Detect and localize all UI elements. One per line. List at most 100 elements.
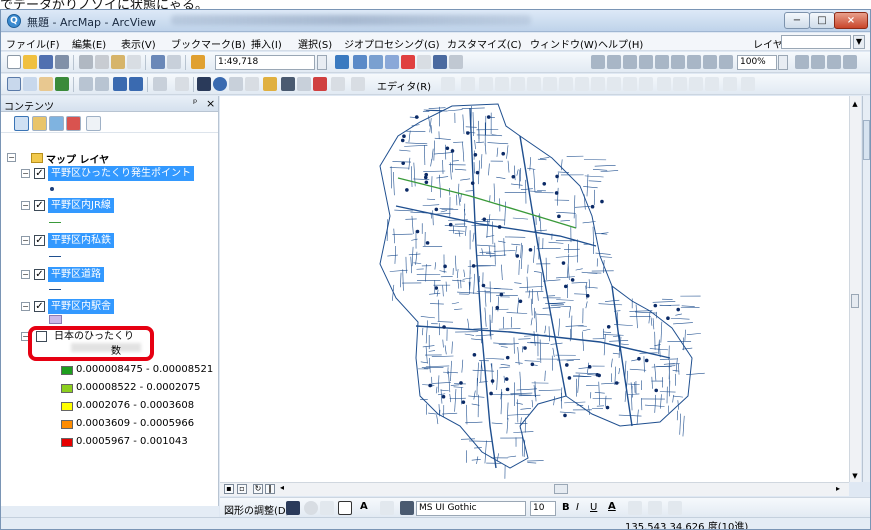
- create-viewer-icon[interactable]: [351, 77, 365, 91]
- layer-visibility-checkbox[interactable]: ✓: [34, 301, 45, 312]
- layer-visibility-checkbox[interactable]: ✓: [34, 235, 45, 246]
- full-extent-icon[interactable]: [55, 77, 69, 91]
- rotate-icon[interactable]: [304, 501, 318, 515]
- edit-tool-icon[interactable]: [723, 77, 737, 91]
- python-window-icon[interactable]: [417, 55, 431, 69]
- edit-tool-icon[interactable]: [591, 77, 605, 91]
- list-by-selection-icon[interactable]: [66, 116, 81, 131]
- close-button[interactable]: ×: [834, 12, 868, 29]
- fixed-zoom-out-icon[interactable]: [95, 77, 109, 91]
- find-route-icon[interactable]: [297, 77, 311, 91]
- pin-icon[interactable]: ᵖ: [193, 98, 197, 109]
- identify-icon[interactable]: [213, 77, 227, 91]
- pause-icon[interactable]: ∥: [265, 484, 275, 494]
- marker-color-icon[interactable]: [668, 501, 682, 515]
- layout-tool-icon[interactable]: [655, 55, 669, 69]
- collapse-toggle[interactable]: −: [21, 236, 30, 245]
- edit-tool-icon[interactable]: [639, 77, 653, 91]
- delete-icon[interactable]: [127, 55, 141, 69]
- maximize-button[interactable]: □: [809, 12, 835, 29]
- pan-icon[interactable]: [39, 77, 53, 91]
- map-scale-input[interactable]: 1:49,718: [215, 55, 315, 70]
- edit-tool-icon[interactable]: [543, 77, 557, 91]
- open-folder-icon[interactable]: [23, 55, 37, 69]
- font-size-select[interactable]: 10: [530, 501, 556, 516]
- copy-icon[interactable]: [95, 55, 109, 69]
- menu-help[interactable]: ヘルプ(H): [598, 36, 643, 51]
- horizontal-scrollbar[interactable]: [220, 482, 849, 496]
- edit-tool-icon[interactable]: [461, 77, 475, 91]
- layout-tool-icon[interactable]: [687, 55, 701, 69]
- edit-tool-icon[interactable]: [705, 77, 719, 91]
- layout-tool-icon[interactable]: [703, 55, 717, 69]
- zoom-percent-input[interactable]: 100%: [737, 55, 777, 70]
- menu-view[interactable]: 表示(V): [121, 36, 156, 51]
- vertical-scrollbar[interactable]: [849, 96, 861, 482]
- list-by-source-icon[interactable]: [32, 116, 47, 131]
- underline-button[interactable]: U: [590, 502, 597, 513]
- drawing-adjust-menu[interactable]: 図形の調整(D): [224, 502, 290, 517]
- layout-tool-icon[interactable]: [607, 55, 621, 69]
- zoom-out-icon[interactable]: [23, 77, 37, 91]
- fill-color-icon[interactable]: [628, 501, 642, 515]
- collapse-toggle[interactable]: −: [21, 302, 30, 311]
- back-icon[interactable]: [113, 77, 127, 91]
- menu-insert[interactable]: 挿入(I): [251, 36, 282, 51]
- layout-tool-icon[interactable]: [719, 55, 733, 69]
- menu-windows[interactable]: ウィンドウ(W): [530, 36, 598, 51]
- menu-selection[interactable]: 選択(S): [298, 36, 332, 51]
- layout-view-icon[interactable]: ▫: [237, 484, 247, 494]
- edit-tool-icon[interactable]: [495, 77, 509, 91]
- go-to-xy-icon[interactable]: [313, 77, 327, 91]
- edit-tool-icon[interactable]: [527, 77, 541, 91]
- edit-tool-icon[interactable]: [689, 77, 703, 91]
- layout-tool-icon[interactable]: [623, 55, 637, 69]
- time-slider-icon[interactable]: [331, 77, 345, 91]
- fixed-zoom-in-icon[interactable]: [79, 77, 93, 91]
- zoom-to-elements-icon[interactable]: [320, 501, 334, 515]
- layer-visibility-checkbox[interactable]: ✓: [34, 269, 45, 280]
- collapse-toggle[interactable]: −: [21, 169, 30, 178]
- scrollbar-thumb[interactable]: [851, 294, 859, 308]
- edit-tool-icon[interactable]: [607, 77, 621, 91]
- scroll-left-icon[interactable]: ◂: [277, 484, 287, 494]
- catalog-window-icon[interactable]: [369, 55, 383, 69]
- zoom-in-icon[interactable]: [7, 77, 21, 91]
- layer-dropdown[interactable]: [781, 35, 851, 49]
- title-bar[interactable]: Q 無題 - ArcMap - ArcView − □ ×: [1, 10, 870, 32]
- chevron-down-icon[interactable]: [778, 55, 788, 70]
- layer-visibility-checkbox[interactable]: ✓: [34, 200, 45, 211]
- layout-tool-icon[interactable]: [671, 55, 685, 69]
- layout-tool-icon[interactable]: [591, 55, 605, 69]
- collapse-toggle[interactable]: −: [7, 153, 16, 162]
- layer-visibility-checkbox[interactable]: ✓: [34, 168, 45, 179]
- whats-this-icon[interactable]: [449, 55, 463, 69]
- edit-tool-icon[interactable]: [441, 77, 455, 91]
- menu-geoprocessing[interactable]: ジオプロセシング(G): [344, 36, 440, 51]
- line-color-icon[interactable]: [648, 501, 662, 515]
- italic-button[interactable]: I: [576, 502, 579, 513]
- minimize-button[interactable]: −: [784, 12, 810, 29]
- collapse-toggle[interactable]: −: [21, 201, 30, 210]
- data-view-icon[interactable]: ▪: [224, 484, 234, 494]
- bold-button[interactable]: B: [562, 502, 570, 513]
- layer-item[interactable]: 平野区ひったくり発生ポイント: [48, 166, 194, 181]
- data-frame-label[interactable]: マップ レイヤ: [46, 151, 109, 166]
- clear-selection-icon[interactable]: [175, 77, 189, 91]
- layout-tool-icon[interactable]: [843, 55, 857, 69]
- menu-file[interactable]: ファイル(F): [6, 36, 60, 51]
- add-data-icon[interactable]: [191, 55, 205, 69]
- model-builder-icon[interactable]: [433, 55, 447, 69]
- edit-tool-icon[interactable]: [479, 77, 493, 91]
- print-icon[interactable]: [55, 55, 69, 69]
- edit-tool-icon[interactable]: [741, 77, 755, 91]
- chevron-down-icon[interactable]: [317, 55, 327, 70]
- cut-icon[interactable]: [79, 55, 93, 69]
- redo-icon[interactable]: [167, 55, 181, 69]
- measure-icon[interactable]: [263, 77, 277, 91]
- map-canvas[interactable]: [220, 96, 849, 482]
- arctoolbox-icon[interactable]: [401, 55, 415, 69]
- hyperlink-icon[interactable]: [229, 77, 243, 91]
- close-icon[interactable]: ×: [206, 97, 215, 110]
- edit-tool-icon[interactable]: [657, 77, 671, 91]
